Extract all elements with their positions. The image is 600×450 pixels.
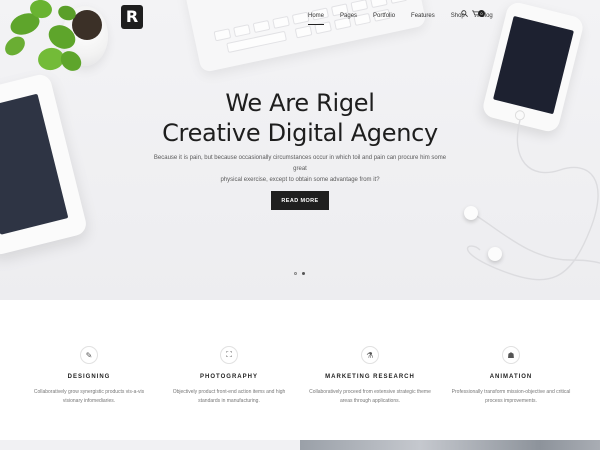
keyboard-key [294, 25, 313, 39]
slider-dot-active[interactable] [302, 272, 305, 275]
hero-title-line2: Creative Digital Agency [162, 119, 438, 147]
service-description: Collaboratively proceed from extensive s… [309, 389, 431, 404]
next-section-image [300, 440, 600, 450]
service-photography: ⛶ PHOTOGRAPHY Objectively product front-… [154, 346, 304, 406]
hero-subtitle-line2: physical exercise, except to obtain some… [220, 177, 380, 183]
service-description: Professionally transform mission-objecti… [451, 389, 571, 404]
keyboard-key [252, 19, 271, 34]
service-description: Objectively product front-end action ite… [172, 389, 286, 404]
ghost-icon: ☗ [502, 346, 520, 364]
slider-dot[interactable] [294, 272, 297, 275]
service-marketing-research: ⚗ MARKETING RESEARCH Collaboratively pro… [295, 346, 445, 406]
hero-title: We Are Rigel Creative Digital Agency [0, 88, 600, 148]
keyboard-key [370, 0, 388, 9]
pen-icon: ✎ [80, 346, 98, 364]
hero-title-line1: We Are Rigel [225, 89, 375, 117]
hero-subtitle-line1: Because it is pain, but because occasion… [153, 155, 447, 172]
hero-section: We Are Rigel Creative Digital Agency Bec… [0, 0, 600, 300]
service-title: PHOTOGRAPHY [200, 374, 258, 380]
keyboard-key [389, 0, 408, 4]
keyboard-key [291, 11, 310, 25]
read-more-button[interactable]: READ MORE [271, 191, 329, 210]
service-title: MARKETING RESEARCH [325, 374, 415, 380]
logo-glyph: R [125, 7, 139, 26]
keyboard-key [213, 28, 232, 42]
keyboard-key [233, 24, 251, 38]
flask-icon: ⚗ [361, 346, 379, 364]
hero-subtitle: Because it is pain, but because occasion… [150, 153, 450, 186]
keyboard-key [272, 15, 290, 29]
earbud [488, 247, 502, 261]
search-icon[interactable] [461, 10, 468, 19]
nav-item-features[interactable]: Features [411, 13, 435, 19]
service-designing: ✎ DESIGNING Collaboratively grow synergi… [14, 346, 164, 406]
nav-item-portfolio[interactable]: Portfolio [373, 13, 395, 19]
cart-count-badge: 0 [478, 10, 485, 17]
service-description: Collaboratively grow synergistic product… [33, 389, 145, 404]
service-title: ANIMATION [489, 374, 533, 380]
service-title: DESIGNING [67, 374, 111, 380]
nav-item-pages[interactable]: Pages [340, 13, 357, 19]
site-logo[interactable]: R [121, 5, 143, 29]
service-animation: ☗ ANIMATION Professionally transform mis… [436, 346, 586, 406]
slider-dots [294, 272, 305, 275]
nav-item-home[interactable]: Home [308, 13, 325, 25]
camera-frame-icon: ⛶ [220, 346, 238, 364]
services-section: ✎ DESIGNING Collaboratively grow synergi… [0, 300, 600, 440]
plant-leaf [1, 32, 29, 60]
earbud [464, 206, 478, 220]
plant-soil [72, 10, 102, 40]
